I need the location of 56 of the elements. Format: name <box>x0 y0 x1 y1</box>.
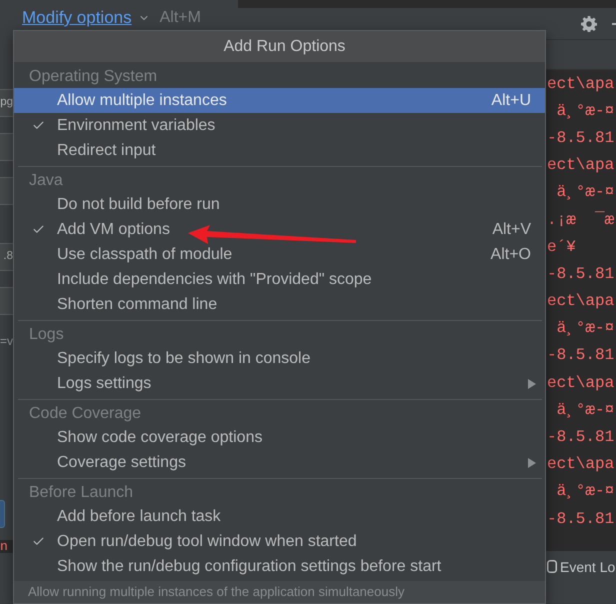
popup-footer: Allow running multiple instances of the application simultaneously <box>14 581 545 603</box>
menu-item[interactable]: Redirect input <box>14 138 545 163</box>
console-line: -8.5.81 <box>547 510 614 528</box>
event-log-tab[interactable]: Event Lo <box>560 560 616 574</box>
menu-item[interactable]: Show code coverage options <box>14 425 545 450</box>
shortcut-label: Alt+U <box>491 91 532 110</box>
menu-item[interactable]: Specify logs to be shown in console <box>14 346 545 371</box>
field-text: =v <box>0 333 13 349</box>
menu-item[interactable]: Logs settings <box>14 371 545 396</box>
input-field[interactable] <box>0 287 13 315</box>
rounded-square-icon[interactable] <box>547 560 557 573</box>
section-header: Operating System <box>29 67 158 86</box>
input-field[interactable] <box>0 177 13 205</box>
console-line: -8.5.81 <box>547 264 614 283</box>
menu-item[interactable]: Do not build before run <box>14 192 545 217</box>
error-text: n <box>0 540 13 553</box>
shortcut-label: Alt+O <box>490 245 532 264</box>
primary-button[interactable] <box>0 500 5 528</box>
console-line: ä¸°æ-¤ <box>556 102 614 120</box>
shortcut-hint: Alt+M <box>160 8 201 28</box>
modify-options-link[interactable]: Modify options <box>22 7 132 29</box>
console-line: -8.5.81 <box>547 128 614 147</box>
input-field[interactable]: .8 <box>0 243 13 271</box>
console-line: ect\apa <box>547 74 614 93</box>
menu-item[interactable]: Allow multiple instances Alt+U <box>14 88 545 113</box>
console-line: .¡æ ¯æ <box>547 210 614 229</box>
menu-item[interactable]: Open run/debug tool window when started <box>14 529 545 554</box>
section-header: Java <box>29 171 63 190</box>
console-line: ä¸°æ-¤ <box>556 183 614 202</box>
popup-title: Add Run Options <box>14 31 545 62</box>
console-line: ect\apa <box>547 156 614 174</box>
console-line: ä¸°æ-¤ <box>556 319 614 338</box>
console-line: ect\apa <box>547 374 614 392</box>
menu-item[interactable]: Use classpath of module Alt+O <box>14 242 545 267</box>
section-header: Logs <box>29 325 64 344</box>
section-header: Code Coverage <box>29 404 142 423</box>
menu-item[interactable]: Environment variables <box>14 113 545 138</box>
console-line: -8.5.81 <box>547 346 614 364</box>
menu-item[interactable]: Add before launch task <box>14 504 545 529</box>
section-header: Before Launch <box>29 483 134 502</box>
console-line: e´¥ <box>547 238 576 256</box>
console-line: ä¸°æ-¤ <box>556 482 614 500</box>
menu-item[interactable]: Add VM options Alt+V <box>14 217 545 242</box>
console-line: ect\apa <box>547 455 614 474</box>
menu-item[interactable]: Shorten command line <box>14 292 545 317</box>
menu-item[interactable]: Include dependencies with "Provided" scope <box>14 267 545 292</box>
minus-icon[interactable] <box>612 22 616 24</box>
shortcut-label: Alt+V <box>492 220 532 239</box>
menu-item[interactable]: Coverage settings <box>14 450 545 475</box>
settings-icon[interactable] <box>581 16 597 32</box>
menu-item[interactable]: Show the run/debug configuration settings before start <box>14 554 545 579</box>
input-field[interactable] <box>0 133 13 161</box>
console-line: -8.5.81 <box>547 428 614 446</box>
input-field[interactable]: pg <box>0 89 13 117</box>
console-line: ect\apa <box>547 292 614 310</box>
console-line: ä¸°æ-¤ <box>556 400 614 419</box>
